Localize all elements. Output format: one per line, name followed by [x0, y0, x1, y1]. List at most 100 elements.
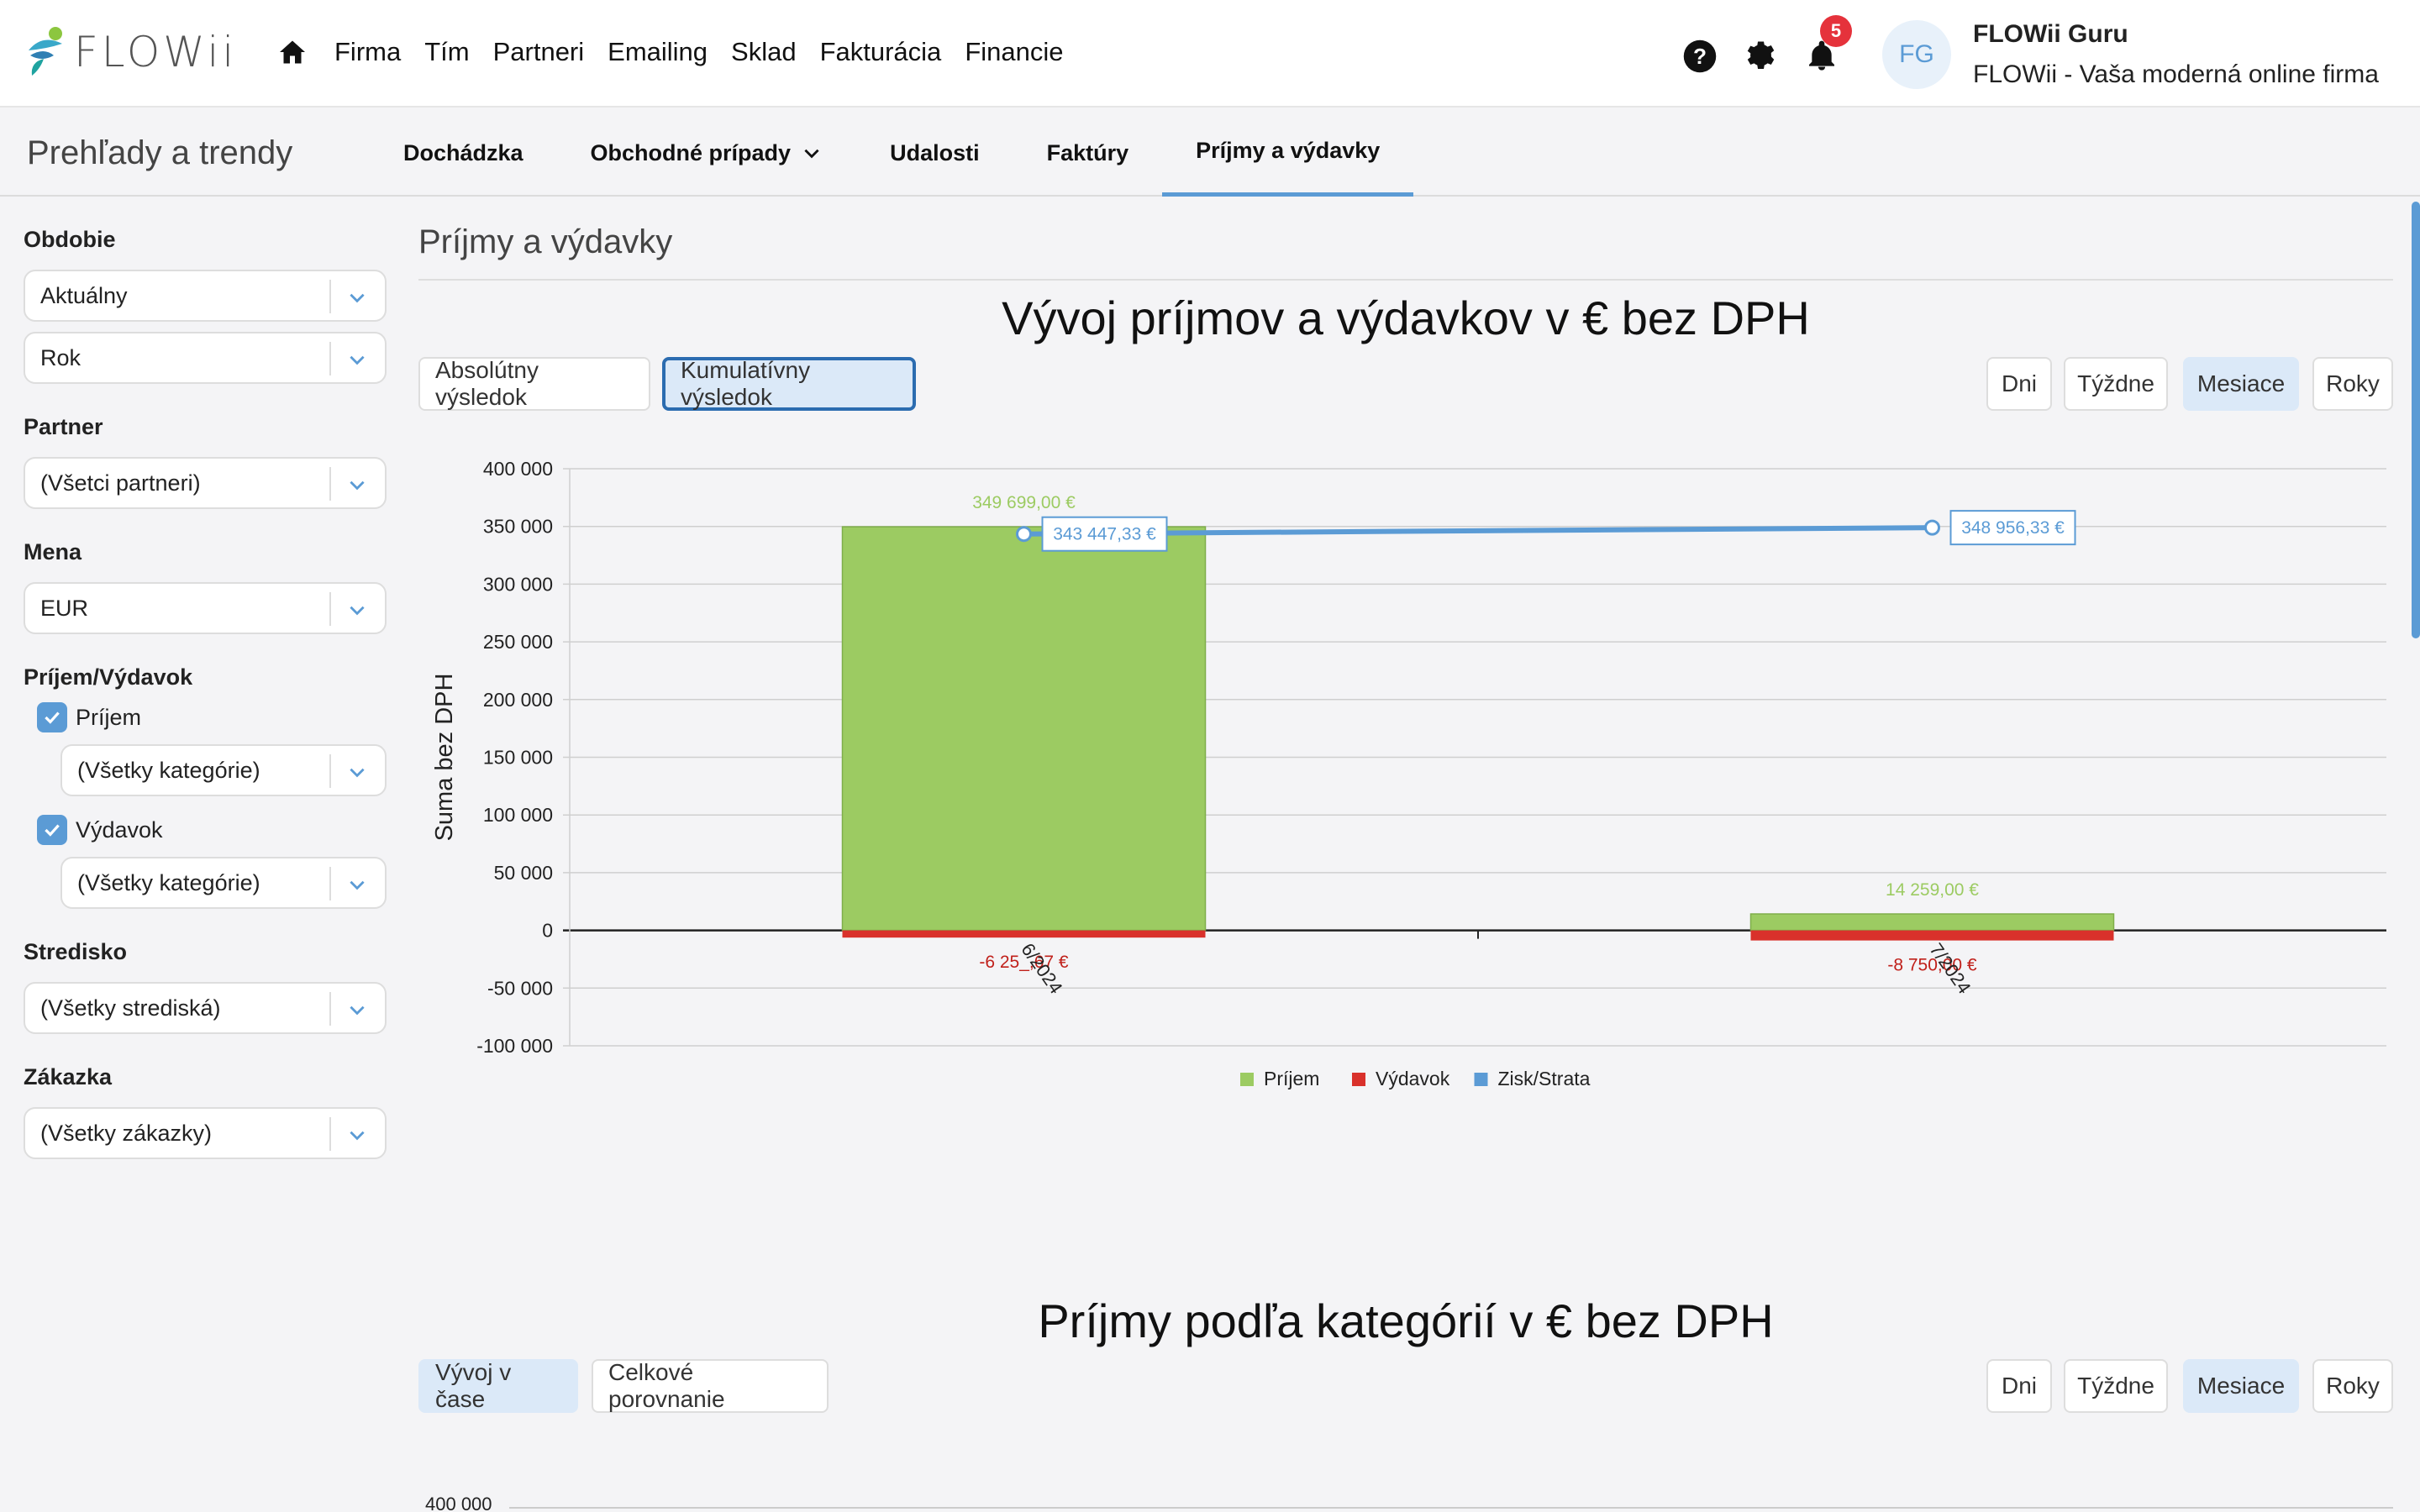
- nav-item-fakturacia[interactable]: Fakturácia: [820, 37, 942, 67]
- income-expense-chart: 400 000 350 000 300 000 250 000 200 000 150 0…: [431, 458, 2386, 1089]
- profit-data-label: 343 447,33 €: [1053, 525, 1156, 544]
- tab-udalosti[interactable]: Udalosti: [856, 109, 1013, 197]
- time-evolution-button[interactable]: Vývoj v čase: [418, 1359, 578, 1413]
- currency-label: Mena: [24, 539, 82, 564]
- weeks-button[interactable]: Týždne: [2064, 357, 2168, 411]
- expense-bar: [1750, 930, 2114, 941]
- top-navbar: FLOWii Firma Tím Partneri Emailing Sklad…: [0, 0, 2420, 108]
- legend-item: Príjem: [1264, 1068, 1319, 1089]
- order-label: Zákazka: [24, 1064, 113, 1089]
- y-tick-label: 50 000: [494, 862, 553, 884]
- chevron-down-icon: [350, 293, 365, 303]
- flowii-logo-icon: [29, 27, 62, 76]
- tab-label: Faktúry: [1046, 139, 1129, 165]
- period-value: Aktuálny: [40, 282, 128, 308]
- scrollbar[interactable]: [2412, 202, 2420, 638]
- center-value: (Všetky strediská): [40, 995, 221, 1021]
- profit-data-label: 348 956,33 €: [1961, 518, 2065, 538]
- home-icon[interactable]: [277, 37, 308, 71]
- years-button[interactable]: Roky: [2312, 357, 2393, 411]
- years-button-2[interactable]: Roky: [2312, 1359, 2393, 1413]
- chart2-gridline: [509, 1507, 2393, 1509]
- legend-item: Výdavok: [1376, 1068, 1450, 1089]
- currency-select[interactable]: EUR: [24, 582, 387, 634]
- order-select[interactable]: (Všetky zákazky): [24, 1107, 387, 1159]
- period-unit-value: Rok: [40, 344, 82, 370]
- chevron-down-icon: [804, 149, 819, 159]
- chevron-down-icon: [350, 1005, 365, 1016]
- user-name[interactable]: FLOWii Guru: [1973, 20, 2128, 49]
- tab-label: Dochádzka: [403, 139, 523, 165]
- chevron-down-icon: [350, 480, 365, 491]
- nav-item-partneri[interactable]: Partneri: [493, 37, 585, 67]
- legend-swatch: [1352, 1073, 1365, 1086]
- chevron-down-icon: [350, 880, 365, 890]
- days-button[interactable]: Dni: [1986, 357, 2052, 411]
- partner-select[interactable]: (Všetci partneri): [24, 457, 387, 509]
- tab-label: Udalosti: [890, 139, 980, 165]
- y-tick-label: 100 000: [483, 804, 553, 826]
- filter-sidebar: Obdobie Aktuálny Rok Partner (Všetci par…: [24, 227, 387, 1169]
- chart2-title: Príjmy podľa kategórií v € bez DPH: [1038, 1294, 1774, 1347]
- expense-category-select[interactable]: (Všetky kategórie): [60, 857, 387, 909]
- period-unit-select[interactable]: Rok: [24, 332, 387, 384]
- income-bar: [841, 526, 1207, 932]
- days-button-2[interactable]: Dni: [1986, 1359, 2052, 1413]
- help-icon[interactable]: ?: [1682, 39, 1718, 78]
- section-title: Príjmy a výdavky: [418, 223, 673, 260]
- chevron-down-icon: [350, 768, 365, 778]
- income-category-select[interactable]: (Všetky kategórie): [60, 744, 387, 796]
- expense-checkbox[interactable]: [37, 815, 67, 845]
- order-value: (Všetky zákazky): [40, 1120, 213, 1146]
- logo-text: FLOWii: [74, 28, 238, 76]
- chevron-down-icon: [350, 606, 365, 616]
- legend-swatch: [1240, 1073, 1254, 1086]
- sub-navbar: Prehľady a trendy Dochádzka Obchodné prí…: [0, 109, 2420, 197]
- expense-bar: [842, 930, 1206, 938]
- center-select[interactable]: (Všetky strediská): [24, 982, 387, 1034]
- income-checkbox-row[interactable]: Príjem: [37, 702, 387, 732]
- svg-text:?: ?: [1693, 44, 1707, 69]
- total-comparison-button[interactable]: Celkové porovnanie: [592, 1359, 829, 1413]
- nav-item-emailing[interactable]: Emailing: [608, 37, 708, 67]
- months-button[interactable]: Mesiace: [2183, 357, 2299, 411]
- avatar[interactable]: FG: [1882, 20, 1951, 89]
- report-tabs: Dochádzka Obchodné prípady Udalosti Fakt…: [370, 109, 1414, 197]
- nav-item-sklad[interactable]: Sklad: [731, 37, 797, 67]
- period-select[interactable]: Aktuálny: [24, 270, 387, 322]
- main-nav: Firma Tím Partneri Emailing Sklad Faktur…: [334, 37, 1064, 67]
- income-expense-label: Príjem/Výdavok: [24, 664, 193, 690]
- company-name: FLOWii - Vaša moderná online firma: [1973, 60, 2379, 88]
- months-button-2[interactable]: Mesiace: [2183, 1359, 2299, 1413]
- income-category-value: (Všetky kategórie): [77, 757, 260, 783]
- partner-value: (Všetci partneri): [40, 470, 201, 496]
- y-tick-label: -100 000: [476, 1035, 553, 1057]
- tab-dochadzka[interactable]: Dochádzka: [370, 109, 557, 197]
- gear-icon[interactable]: [1743, 39, 1778, 78]
- income-checkbox[interactable]: [37, 702, 67, 732]
- y-tick-label: 150 000: [483, 747, 553, 769]
- nav-item-tim[interactable]: Tím: [424, 37, 469, 67]
- income-label: Príjem: [76, 704, 142, 730]
- y-tick-label: 350 000: [483, 516, 553, 538]
- tab-faktury[interactable]: Faktúry: [1013, 109, 1163, 197]
- legend-item: Zisk/Strata: [1498, 1068, 1591, 1089]
- income-data-label: 14 259,00 €: [1886, 880, 1979, 900]
- chevron-down-icon: [350, 355, 365, 365]
- partner-label: Partner: [24, 414, 103, 439]
- nav-item-financie[interactable]: Financie: [965, 37, 1063, 67]
- chart2-first-tick: 400 000: [425, 1494, 492, 1512]
- tab-obchodne-pripady[interactable]: Obchodné prípady: [557, 109, 857, 197]
- y-tick-label: 400 000: [483, 458, 553, 480]
- chevron-down-icon: [350, 1131, 365, 1141]
- page-title: Prehľady a trendy: [27, 134, 293, 171]
- absolute-result-button[interactable]: Absolútny výsledok: [418, 357, 650, 411]
- nav-item-firma[interactable]: Firma: [334, 37, 401, 67]
- expense-checkbox-row[interactable]: Výdavok: [37, 815, 387, 845]
- tab-prijmy-a-vydavky[interactable]: Príjmy a výdavky: [1162, 109, 1414, 197]
- tab-label: Príjmy a výdavky: [1196, 138, 1381, 163]
- logo[interactable]: FLOWii: [25, 25, 237, 79]
- cumulative-result-button[interactable]: Kumulatívny výsledok: [662, 357, 916, 411]
- weeks-button-2[interactable]: Týždne: [2064, 1359, 2168, 1413]
- check-icon: [45, 824, 60, 837]
